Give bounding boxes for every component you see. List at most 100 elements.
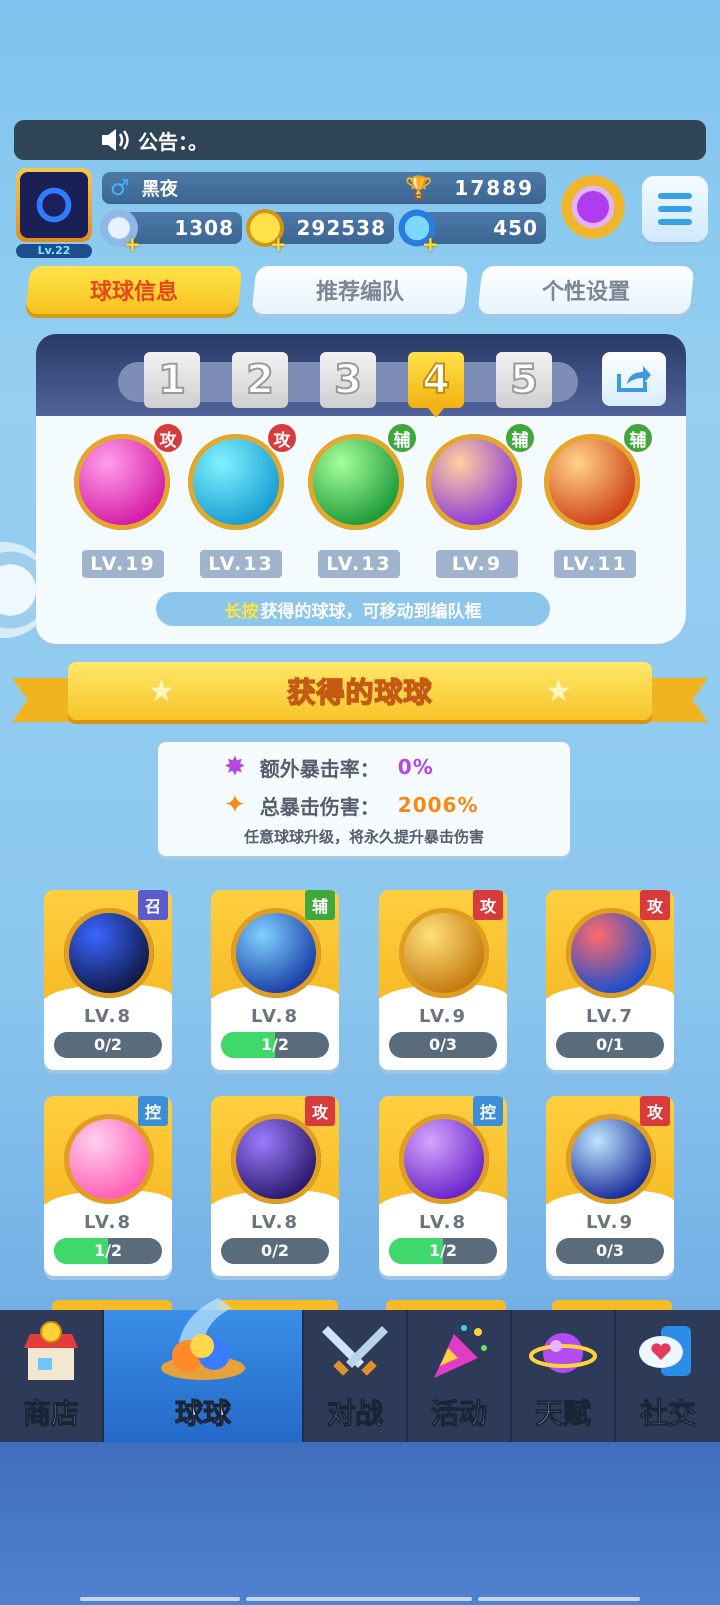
ball-orb-icon	[64, 908, 154, 998]
crit-damage-icon: ✦	[224, 790, 246, 820]
ball-type-tag: 攻	[305, 1096, 335, 1126]
upgrade-progress-bar: 1/2	[221, 1032, 329, 1058]
upgrade-progress-text: 0/2	[260, 1241, 290, 1260]
add-gem-icon[interactable]: +	[422, 232, 440, 256]
menu-button[interactable]	[642, 176, 708, 242]
ball-level: LV.9	[419, 1006, 467, 1027]
team-ball-level: LV.9	[436, 550, 518, 578]
tab-personal-settings[interactable]: 个性设置	[477, 266, 695, 314]
crit-note: 任意球球升级，将永久提升暴击伤害	[243, 828, 484, 846]
nav-battle[interactable]: 对战	[304, 1310, 408, 1442]
upgrade-progress-text: 1/2	[93, 1241, 123, 1260]
coin-count: 292538	[296, 216, 386, 240]
team-ball-4[interactable]: 辅	[426, 422, 536, 530]
star-icon: ★	[148, 674, 175, 709]
owned-balls-title: 获得的球球	[287, 675, 433, 710]
upgrade-progress-bar: 0/1	[556, 1032, 664, 1058]
announcement-bar[interactable]: 公告：。	[14, 120, 706, 160]
team-slot-4[interactable]: 4	[408, 352, 464, 418]
tab-recommended-team[interactable]: 推荐编队	[251, 266, 469, 314]
team-ball-3[interactable]: 辅	[308, 422, 418, 530]
owned-ball-card[interactable]: 攻 LV.8 0/2	[211, 1096, 339, 1276]
ball-level: LV.8	[84, 1212, 132, 1233]
tab-ball-info[interactable]: 球球信息	[25, 266, 243, 314]
ball-type-tag: 辅	[305, 890, 335, 920]
event-icon	[434, 1325, 487, 1378]
team-slot-1[interactable]: 1	[144, 352, 200, 408]
talent-icon	[529, 1333, 597, 1373]
upgrade-progress-text: 0/1	[595, 1035, 625, 1054]
crit-info-box: ✸ 额外暴击率： 0% ✦ 总暴击伤害： 2006% 任意球球升级，将永久提升暴…	[158, 742, 570, 856]
ball-level: LV.8	[251, 1212, 299, 1233]
announcement-text: 公告：。	[138, 129, 208, 154]
ball-type-tag: 攻	[473, 890, 503, 920]
team-panel: 1 2 3 4 5 攻 攻 辅 辅 辅 LV.19 LV.13 LV.13 LV…	[36, 334, 686, 644]
attack-tag: 攻	[266, 422, 298, 454]
team-slot-header: 1 2 3 4 5	[36, 334, 686, 418]
team-slot-5[interactable]: 5	[496, 352, 552, 408]
rank-badge-icon[interactable]	[556, 170, 630, 244]
shop-icon	[24, 1321, 78, 1380]
crit-rate-icon: ✸	[224, 752, 246, 782]
upgrade-progress-text: 1/2	[428, 1241, 458, 1260]
trophy-count: 17889	[454, 176, 534, 200]
nav-balls[interactable]: 球球	[104, 1298, 304, 1442]
team-ball-level: LV.13	[200, 550, 282, 578]
coin-bar[interactable]: + 292538	[246, 209, 394, 256]
ball-type-tag: 控	[473, 1096, 503, 1126]
upgrade-progress-text: 1/2	[260, 1035, 290, 1054]
balls-icon	[161, 1298, 245, 1380]
upgrade-progress-bar: 0/3	[556, 1238, 664, 1264]
nav-social[interactable]: 社交	[616, 1310, 720, 1442]
team-ball-level: LV.13	[318, 550, 400, 578]
owned-ball-card[interactable]: 攻 LV.7 0/1	[546, 890, 674, 1070]
ball-type-tag: 攻	[640, 1096, 670, 1126]
battle-icon	[322, 1326, 388, 1376]
ball-type-tag: 控	[138, 1096, 168, 1126]
gem-bar[interactable]: + 450	[398, 209, 546, 256]
share-button[interactable]	[602, 352, 666, 406]
energy-count: 1308	[174, 216, 234, 240]
add-energy-icon[interactable]: +	[124, 232, 142, 256]
team-hint: 长按 获得的球球，可移动到编队框	[156, 592, 550, 626]
support-tag: 辅	[622, 422, 654, 454]
team-ball-2[interactable]: 攻	[188, 422, 298, 530]
ball-type-tag: 攻	[640, 890, 670, 920]
nav-talent[interactable]: 天赋	[512, 1310, 616, 1442]
ball-orb-icon	[566, 1114, 656, 1204]
player-name: 黑夜	[141, 179, 178, 200]
support-tag: 辅	[386, 422, 418, 454]
player-avatar[interactable]	[16, 168, 92, 242]
owned-ball-card[interactable]: 攻 LV.9 0/3	[546, 1096, 674, 1276]
add-coin-icon[interactable]: +	[270, 232, 288, 256]
system-nav-bar	[478, 1597, 640, 1601]
owned-ball-card[interactable]: 控 LV.8 1/2	[44, 1096, 172, 1276]
team-slot-3[interactable]: 3	[320, 352, 376, 408]
owned-balls-banner: ★ 获得的球球 ★	[12, 660, 708, 732]
upgrade-progress-bar: 1/2	[389, 1238, 497, 1264]
gem-count: 450	[493, 216, 538, 240]
team-slot-2[interactable]: 2	[232, 352, 288, 408]
male-icon: ♂	[110, 175, 130, 201]
energy-bar[interactable]: + 1308	[100, 209, 242, 256]
ball-orb-icon	[231, 1114, 321, 1204]
team-ball-1[interactable]: 攻	[74, 422, 184, 530]
nav-shop[interactable]: 商店	[0, 1310, 104, 1442]
extra-crit-value: 0%	[397, 755, 434, 779]
ball-orb-icon	[231, 908, 321, 998]
owned-ball-card[interactable]: 召 LV.8 0/2	[44, 890, 172, 1070]
trophy-icon: 🏆	[405, 175, 433, 201]
owned-ball-card[interactable]: 攻 LV.9 0/3	[379, 890, 507, 1070]
owned-ball-card[interactable]: 辅 LV.8 1/2	[211, 890, 339, 1070]
support-tag: 辅	[504, 422, 536, 454]
upgrade-progress-bar: 1/2	[54, 1238, 162, 1264]
ball-level: LV.9	[586, 1212, 634, 1233]
upgrade-progress-bar: 0/2	[221, 1238, 329, 1264]
ball-level: LV.8	[419, 1212, 467, 1233]
team-ball-5[interactable]: 辅	[544, 422, 654, 530]
owned-ball-card[interactable]: 控 LV.8 1/2	[379, 1096, 507, 1276]
team-ball-level: LV.19	[82, 550, 164, 578]
upgrade-progress-text: 0/2	[93, 1035, 123, 1054]
system-nav-bar	[80, 1597, 240, 1601]
nav-event[interactable]: 活动	[408, 1310, 512, 1442]
